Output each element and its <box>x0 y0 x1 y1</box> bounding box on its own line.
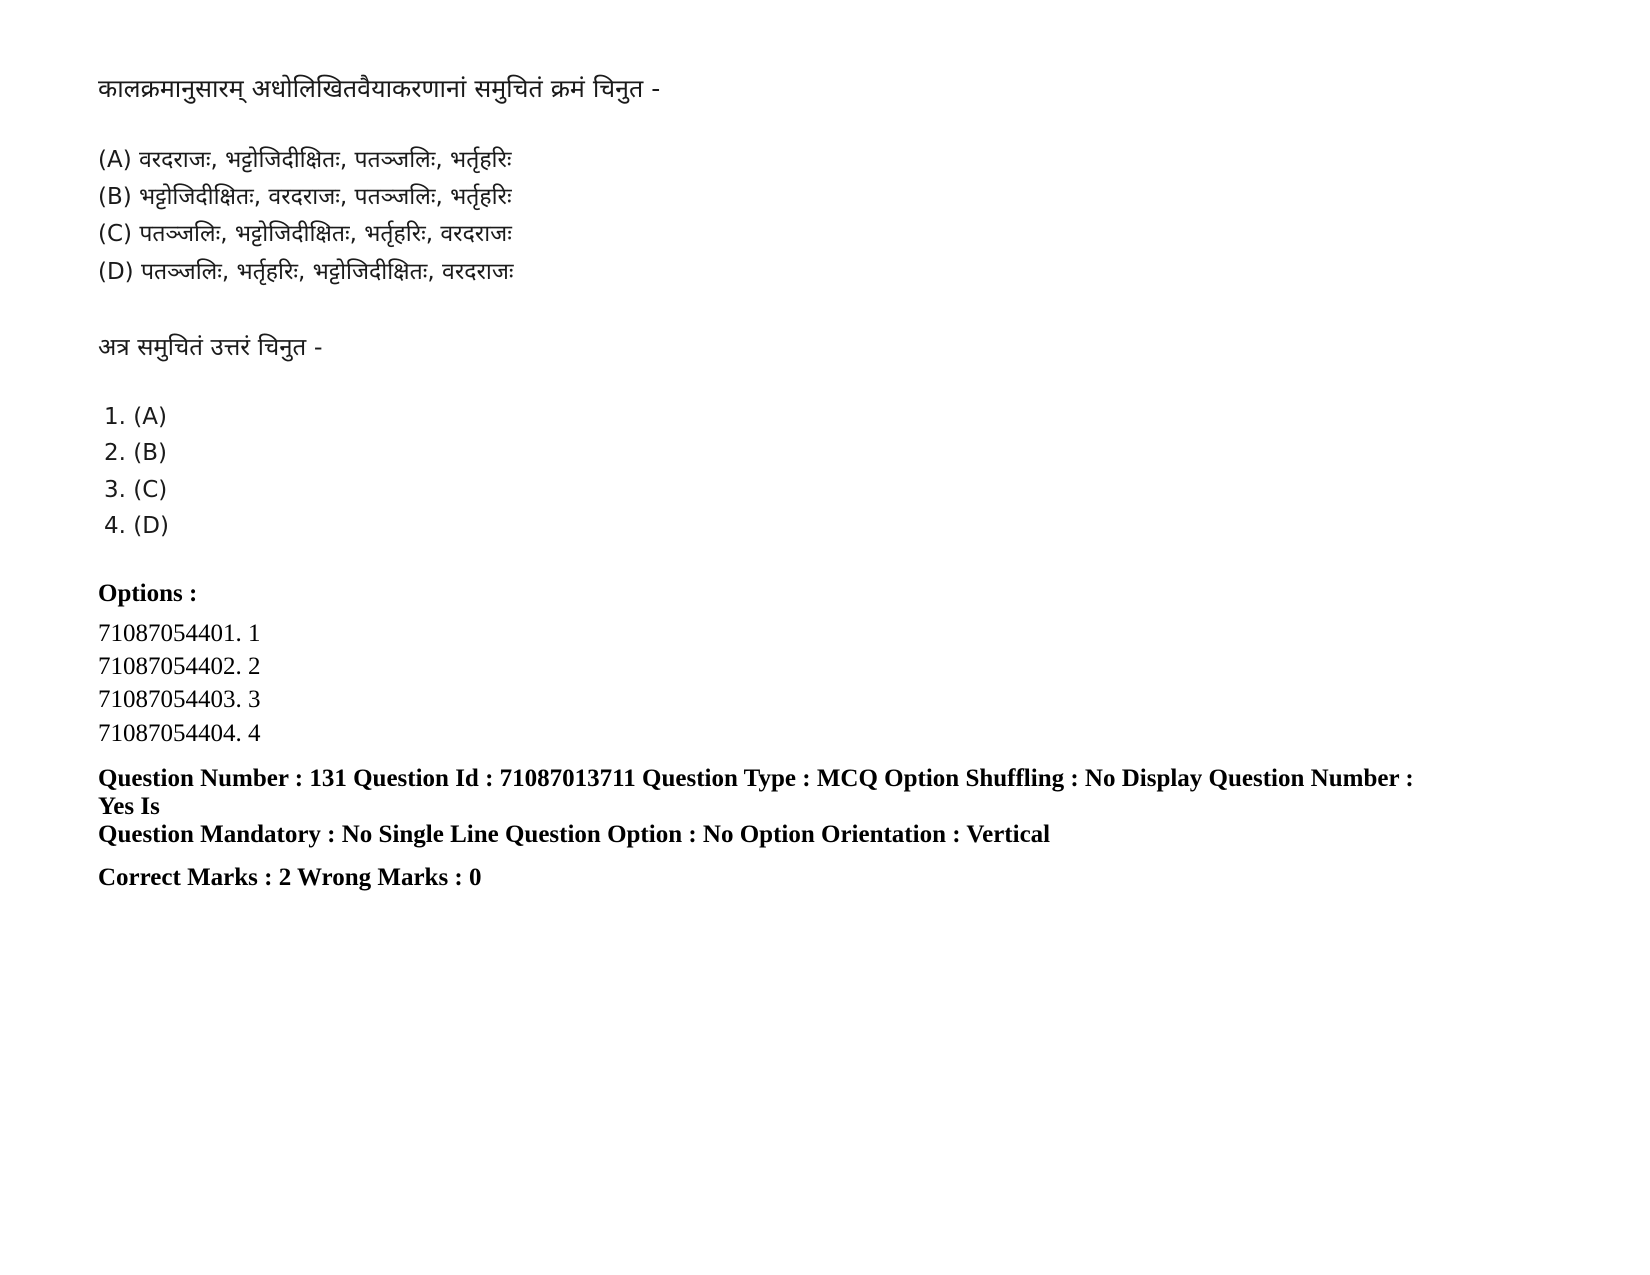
question-sub-prompt: अत्र समुचितं उत्तरं चिनुत - <box>98 332 323 361</box>
question-content: कालक्रमानुसारम् अधोलिखितवैयाकरणानां समुच… <box>98 72 1498 750</box>
option-id-item-1: 71087054401. 1 <box>98 619 261 647</box>
options-heading: Options : <box>98 580 198 608</box>
option-id-item-4: 71087054404. 4 <box>98 719 261 747</box>
choice-item-d: (D) पतञ्जलिः, भर्तृहरिः, भट्टोजिदीक्षितः… <box>98 258 514 285</box>
choice-item-a: (A) वरदराजः, भट्टोजिदीक्षितः, पतञ्जलिः, … <box>98 146 512 173</box>
answer-option-4[interactable]: 4. (D) <box>98 508 1498 544</box>
answer-option-3[interactable]: 3. (C) <box>98 472 1498 508</box>
question-metadata: Question Number : 131 Question Id : 7108… <box>98 765 1443 892</box>
question-stem: कालक्रमानुसारम् अधोलिखितवैयाकरणानां समुच… <box>98 74 661 103</box>
choice-item-c: (C) पतञ्जलिः, भट्टोजिदीक्षितः, भर्तृहरिः… <box>98 221 512 248</box>
answer-option-2[interactable]: 2. (B) <box>98 435 1498 471</box>
metadata-line-identifiers: Question Number : 131 Question Id : 7108… <box>98 765 1414 820</box>
option-id-list: 71087054401. 1 71087054402. 2 7108705440… <box>98 617 1498 750</box>
option-id-item-3: 71087054403. 3 <box>98 686 261 714</box>
metadata-line-marks: Correct Marks : 2 Wrong Marks : 0 <box>98 864 482 891</box>
question-page: कालक्रमानुसारम् अधोलिखितवैयाकरणानां समुच… <box>0 0 1650 1275</box>
option-id-item-2: 71087054402. 2 <box>98 653 261 681</box>
answer-option-list: 1. (A) 2. (B) 3. (C) 4. (D) <box>98 399 1498 544</box>
choice-list: (A) वरदराजः, भट्टोजिदीक्षितः, पतञ्जलिः, … <box>98 142 1498 291</box>
answer-option-1[interactable]: 1. (A) <box>98 399 1498 435</box>
metadata-line-settings: Question Mandatory : No Single Line Ques… <box>98 821 1051 848</box>
choice-item-b: (B) भट्टोजिदीक्षितः, वरदराजः, पतञ्जलिः, … <box>98 184 512 210</box>
